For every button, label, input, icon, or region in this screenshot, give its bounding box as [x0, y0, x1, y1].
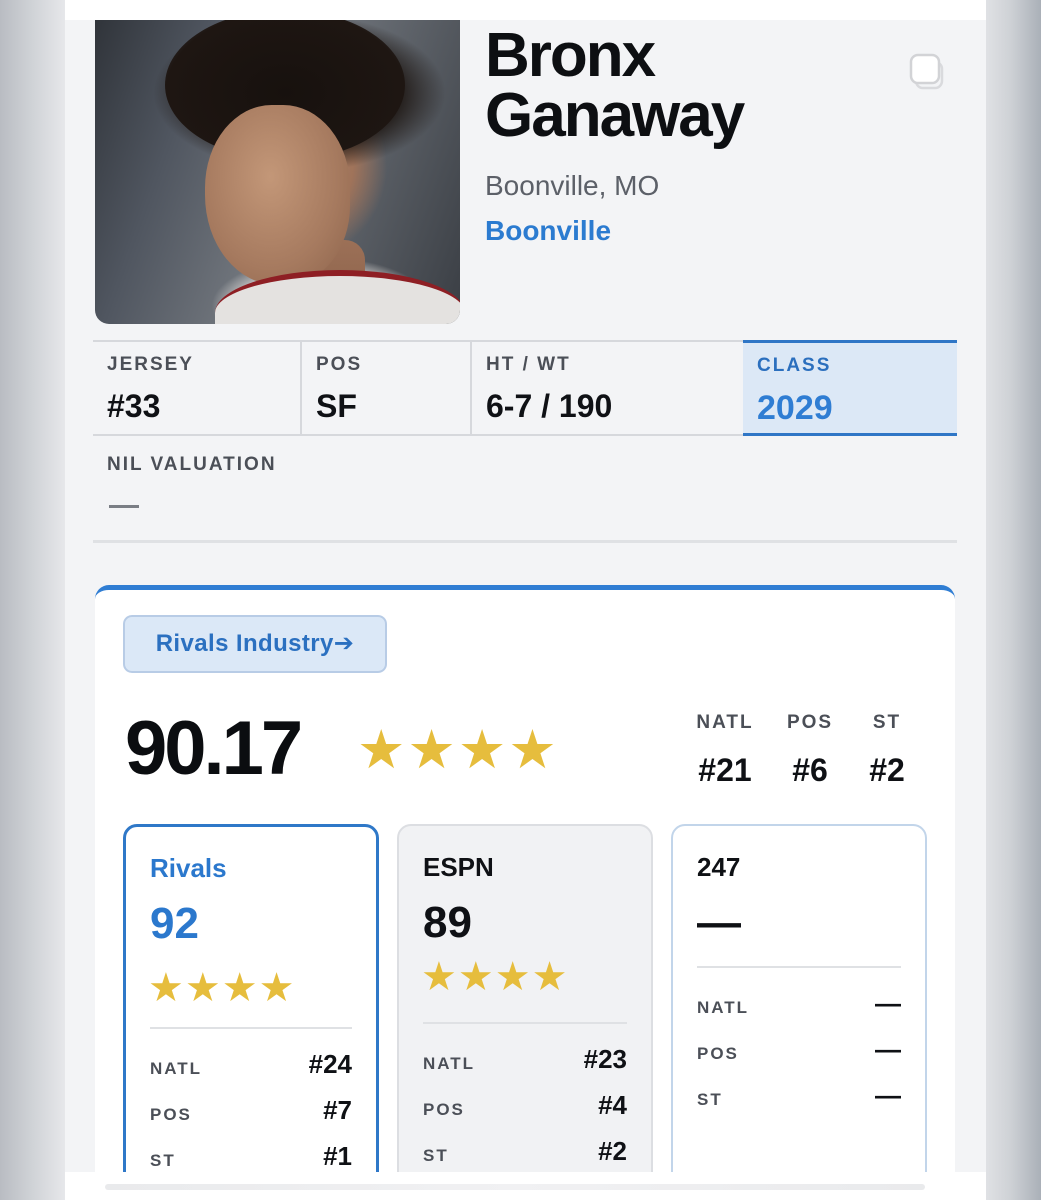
rank-label: ST	[423, 1146, 449, 1165]
bottom-strip	[65, 1172, 986, 1200]
summary-label: POS	[786, 712, 834, 733]
blurred-caption	[105, 1184, 925, 1190]
service-divider	[423, 1022, 627, 1024]
rank-value: #4	[598, 1090, 627, 1120]
attribute-bar: JERSEY #33 POS SF HT / WT 6-7 / 190 CLAS…	[93, 340, 957, 440]
rank-label: ST	[697, 1090, 723, 1109]
service-card-247[interactable]: 247 — NATL — POS — ST —	[671, 824, 927, 1172]
summary-value: #2	[869, 752, 905, 788]
service-score: 89	[423, 898, 472, 947]
summary-natl: NATL #21	[685, 712, 765, 789]
rank-label: NATL	[150, 1059, 203, 1078]
rank-label: POS	[150, 1105, 192, 1124]
rank-label: ST	[150, 1151, 176, 1170]
summary-label: ST	[872, 712, 902, 733]
service-stars: ★★★★	[148, 966, 296, 1010]
summary-st: ST #2	[847, 712, 927, 789]
service-name: 247	[697, 852, 741, 882]
attr-value: 2029	[757, 389, 833, 427]
player-first-name: Bronx	[485, 21, 656, 90]
attr-jersey: JERSEY #33	[93, 340, 302, 436]
player-name: Bronx Ganaway	[485, 25, 745, 147]
nil-valuation-label: NIL VALUATION	[107, 454, 277, 475]
service-card-rivals[interactable]: Rivals 92 ★★★★ NATL #24 POS #7 ST #1	[123, 824, 379, 1172]
player-hometown: Boonville, MO	[485, 170, 660, 201]
attr-label: HT / WT	[486, 354, 571, 375]
service-divider	[150, 1027, 352, 1029]
attr-class[interactable]: CLASS 2029	[743, 340, 957, 436]
attr-value: SF	[316, 388, 357, 424]
arrow-right-icon: ➔	[333, 630, 355, 657]
rivals-industry-label: Rivals Industry	[155, 630, 334, 657]
attr-position: POS SF	[302, 340, 472, 436]
service-divider	[697, 966, 901, 968]
photo-face	[205, 105, 350, 285]
player-profile-card: Bronx Ganaway Boonville, MO Boonville JER…	[65, 20, 986, 1172]
rank-value: —	[875, 1080, 901, 1110]
rank-label: NATL	[697, 998, 750, 1017]
service-name: ESPN	[423, 852, 494, 882]
player-last-name: Ganaway	[485, 81, 745, 150]
rivals-industry-button[interactable]: Rivals Industry➔	[123, 615, 387, 673]
summary-pos: POS #6	[770, 712, 850, 789]
top-strip	[65, 0, 986, 20]
player-photo	[95, 20, 460, 324]
service-card-espn[interactable]: ESPN 89 ★★★★ NATL #23 POS #4 ST #2	[397, 824, 653, 1172]
composite-score: 90.17	[125, 706, 303, 791]
attr-value: 6-7 / 190	[486, 388, 613, 424]
star-rating: ★★★★	[357, 720, 559, 780]
copy-icon[interactable]	[908, 50, 952, 94]
rank-value: #1	[323, 1141, 352, 1171]
summary-value: #21	[698, 752, 752, 788]
nil-valuation-value	[109, 505, 139, 508]
attr-value: #33	[107, 388, 161, 424]
attr-label: JERSEY	[107, 354, 194, 375]
service-stars: ★★★★	[421, 955, 569, 999]
rank-label: NATL	[423, 1054, 476, 1073]
rank-value: #7	[323, 1095, 352, 1125]
rank-value: —	[875, 988, 901, 1018]
rank-value: #2	[598, 1136, 627, 1166]
rank-value: #24	[308, 1049, 352, 1079]
service-name: Rivals	[150, 853, 227, 883]
attr-label: POS	[316, 354, 363, 375]
attr-label: CLASS	[757, 355, 832, 376]
rank-value: —	[875, 1034, 901, 1064]
rank-value: #23	[583, 1044, 627, 1074]
service-score: 92	[150, 899, 199, 948]
service-score: —	[697, 898, 741, 947]
player-school-link[interactable]: Boonville	[485, 215, 611, 247]
attr-height-weight: HT / WT 6-7 / 190	[472, 340, 743, 436]
rank-label: POS	[697, 1044, 739, 1063]
section-divider	[93, 540, 957, 543]
rankings-panel: Rivals Industry➔ 90.17 ★★★★ NATL #21 POS…	[95, 585, 955, 1172]
summary-label: NATL	[696, 712, 754, 733]
summary-value: #6	[792, 752, 828, 788]
rank-label: POS	[423, 1100, 465, 1119]
